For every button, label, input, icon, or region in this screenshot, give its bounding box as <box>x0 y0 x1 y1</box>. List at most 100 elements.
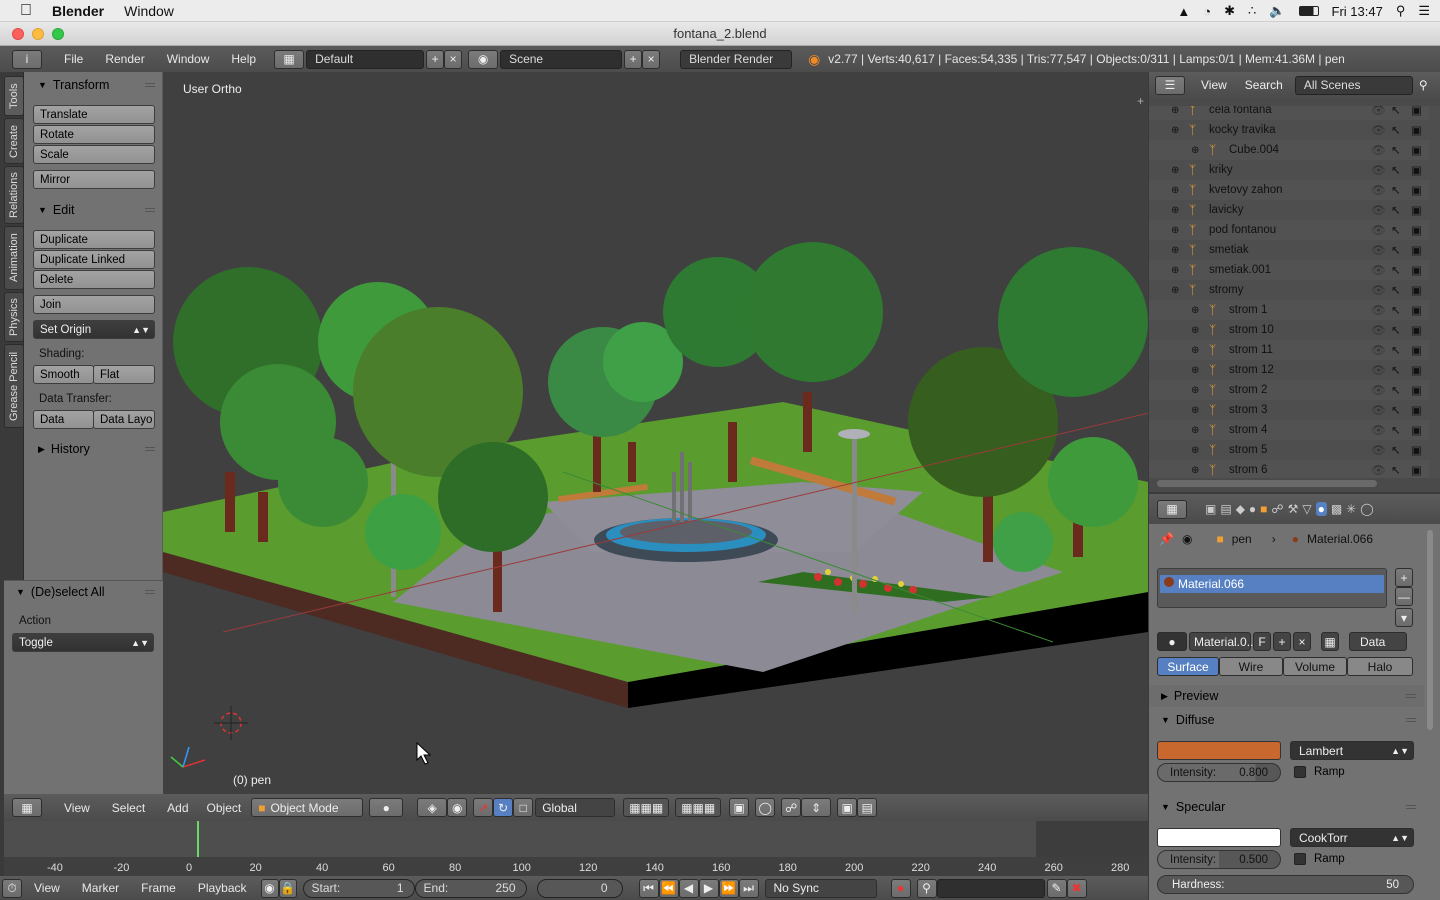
visibility-icon[interactable]: 👁 <box>1371 223 1386 237</box>
render-icon[interactable]: ▣ <box>1411 403 1422 417</box>
copy-material-button[interactable]: ▦ <box>1321 632 1339 651</box>
expand-icon[interactable]: ⊕ <box>1171 245 1179 256</box>
material-tab-icon[interactable]: ● <box>1315 502 1327 516</box>
expand-icon[interactable]: ⊕ <box>1171 265 1179 276</box>
remove-scene-button[interactable]: × <box>642 49 661 69</box>
lock-range-icon[interactable]: 🔒 <box>278 878 297 898</box>
duplicate-button[interactable]: Duplicate <box>33 230 155 249</box>
expand-icon[interactable]: ⊕ <box>1191 425 1199 436</box>
smooth-button[interactable]: Smooth <box>33 365 94 384</box>
specular-intensity-slider[interactable]: Intensity: 0.500 <box>1157 850 1281 869</box>
render-icon[interactable]: ▣ <box>1411 463 1422 477</box>
timeline-editor-icon[interactable]: ⏱ <box>2 878 22 898</box>
keying-set-icon[interactable]: ⚲ <box>916 878 937 898</box>
expand-icon[interactable]: ⊕ <box>1171 285 1179 296</box>
visibility-icon[interactable]: 👁 <box>1371 423 1386 437</box>
outliner-row[interactable]: ⊕ ᛉ strom 5 👁 ↖ ▣ <box>1149 440 1429 460</box>
outliner-row[interactable]: ⊕ ᛉ strom 11 👁 ↖ ▣ <box>1149 340 1429 360</box>
remove-slot-button[interactable]: — <box>1395 587 1413 606</box>
selectable-icon[interactable]: ↖ <box>1391 223 1401 237</box>
app-menu[interactable]: Blender <box>52 3 104 19</box>
expand-icon[interactable]: ⊕ <box>1191 405 1199 416</box>
specular-ramp-checkbox[interactable] <box>1294 853 1306 865</box>
selectable-icon[interactable]: ↖ <box>1391 303 1401 317</box>
layers-grid-1[interactable]: ▦▦▦ <box>623 798 670 817</box>
translate-button[interactable]: Translate <box>33 105 155 124</box>
render-icon[interactable]: ▣ <box>1411 363 1422 377</box>
physics-tab-icon[interactable]: ◯ <box>1360 502 1373 516</box>
tab-tools[interactable]: Tools <box>4 76 24 116</box>
clock[interactable]: Fri 13:47 <box>1332 4 1383 19</box>
diffuse-color-swatch[interactable] <box>1157 741 1281 760</box>
3d-viewport[interactable]: User Ortho (0) pen + <box>163 72 1148 794</box>
select-menu[interactable]: Select <box>112 801 145 815</box>
expand-icon[interactable]: ⊕ <box>1191 145 1199 156</box>
translate-manipulator[interactable]: ↗ <box>473 798 494 817</box>
expand-icon[interactable]: ⊕ <box>1191 305 1199 316</box>
layers-tab-icon[interactable]: ▤ <box>1220 502 1231 516</box>
visibility-icon[interactable]: 👁 <box>1371 343 1386 357</box>
expand-icon[interactable]: ⊕ <box>1171 205 1179 216</box>
expand-icon[interactable]: ⊕ <box>1191 465 1199 476</box>
render-icon[interactable]: ▣ <box>1411 123 1422 137</box>
texture-tab-icon[interactable]: ▩ <box>1331 502 1342 516</box>
selectable-icon[interactable]: ↖ <box>1391 243 1401 257</box>
tab-physics[interactable]: Physics <box>4 292 24 342</box>
visibility-icon[interactable]: 👁 <box>1371 303 1386 317</box>
selectable-icon[interactable]: ↖ <box>1391 143 1401 157</box>
viewport-plus-icon[interactable]: + <box>1137 94 1144 108</box>
selectable-icon[interactable]: ↖ <box>1391 343 1401 357</box>
scene-tab-icon[interactable]: ◆ <box>1236 502 1245 516</box>
outliner-row[interactable]: ⊕ ᛉ pod fontanou 👁 ↖ ▣ <box>1149 220 1429 240</box>
range-toggle[interactable]: ◉ <box>260 878 279 898</box>
outliner-row[interactable]: ⊕ ᛉ kvetovy zahon 👁 ↖ ▣ <box>1149 180 1429 200</box>
delete-keyframe-icon[interactable]: ✖ <box>1066 878 1087 898</box>
add-slot-button[interactable]: + <box>1395 568 1413 587</box>
window-menu[interactable]: Window <box>124 3 174 19</box>
help-menu[interactable]: Help <box>231 52 256 66</box>
render-anim-icon[interactable]: ▤ <box>857 798 878 817</box>
diffuse-ramp-checkbox[interactable] <box>1294 766 1306 778</box>
object-crumb[interactable]: pen <box>1232 532 1252 546</box>
info-editor-icon[interactable]: i <box>12 49 42 69</box>
outliner-scrollbar[interactable] <box>1157 480 1377 487</box>
playback-menu[interactable]: Playback <box>198 881 247 895</box>
selectable-icon[interactable]: ↖ <box>1391 403 1401 417</box>
viewport-editor-icon[interactable]: ▦ <box>12 798 42 817</box>
modifiers-tab-icon[interactable]: ⚒ <box>1288 502 1299 516</box>
render-icon[interactable]: ▣ <box>1411 203 1422 217</box>
zoom-window-button[interactable] <box>52 28 64 40</box>
world-tab-icon[interactable]: ● <box>1249 502 1256 516</box>
particles-tab-icon[interactable]: ✳ <box>1346 502 1356 516</box>
material-browse-icon[interactable]: ● <box>1157 632 1187 651</box>
visibility-icon[interactable]: 👁 <box>1371 443 1386 457</box>
layout-selector-icon[interactable]: ▦ <box>274 49 305 69</box>
scene-render[interactable] <box>163 72 1148 794</box>
tab-grease-pencil[interactable]: Grease Pencil <box>4 344 24 428</box>
visibility-icon[interactable]: 👁 <box>1371 183 1386 197</box>
selectable-icon[interactable]: ↖ <box>1391 183 1401 197</box>
sync-dropdown[interactable]: No Sync <box>764 878 877 898</box>
material-name-field[interactable]: Material.0... <box>1189 632 1257 651</box>
constraints-tab-icon[interactable]: ☍ <box>1271 502 1283 516</box>
action-dropdown[interactable]: Toggle ▲▼ <box>12 633 154 652</box>
render-icon[interactable]: ▣ <box>1411 303 1422 317</box>
selectable-icon[interactable]: ↖ <box>1391 163 1401 177</box>
manipulator-toggle[interactable]: ◉ <box>447 798 468 817</box>
transform-panel-header[interactable]: ▼ Transform <box>24 74 163 96</box>
material-slot-item[interactable]: Material.066 <box>1160 575 1384 593</box>
rotate-button[interactable]: Rotate <box>33 125 155 144</box>
tab-surface[interactable]: Surface <box>1157 657 1219 676</box>
visibility-icon[interactable]: 👁 <box>1371 163 1386 177</box>
diffuse-panel-header[interactable]: ▼ Diffuse <box>1149 709 1424 731</box>
next-keyframe-button[interactable]: ⏩ <box>718 878 739 898</box>
unlink-material-button[interactable]: × <box>1293 632 1311 651</box>
link-dropdown[interactable]: Data <box>1349 632 1407 651</box>
history-panel-header[interactable]: ▶ History <box>24 438 163 460</box>
record-button[interactable]: ● <box>890 878 911 898</box>
new-material-button[interactable]: + <box>1273 632 1291 651</box>
outliner-row[interactable]: ⊕ ᛉ strom 2 👁 ↖ ▣ <box>1149 380 1429 400</box>
visibility-icon[interactable]: 👁 <box>1371 463 1386 477</box>
render-icon[interactable]: ▣ <box>1411 423 1422 437</box>
keying-set-field[interactable] <box>936 878 1045 898</box>
